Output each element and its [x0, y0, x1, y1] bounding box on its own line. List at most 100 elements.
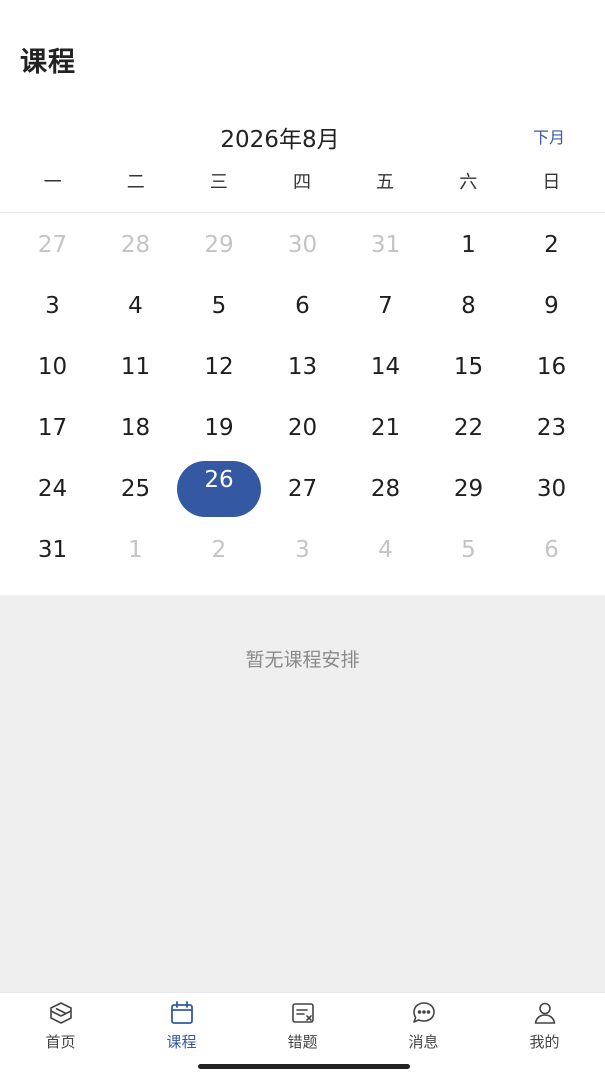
day-number: 9 — [544, 292, 559, 319]
day-number: 5 — [461, 536, 476, 563]
calendar-day[interactable]: 31 — [11, 519, 94, 580]
day-number: 3 — [295, 536, 310, 563]
message-icon — [412, 1002, 435, 1023]
calendar-day[interactable]: 27 — [261, 458, 344, 519]
day-number: 14 — [370, 353, 401, 380]
day-number: 3 — [45, 292, 60, 319]
calendar-day[interactable]: 28 — [94, 214, 177, 275]
day-number: 7 — [378, 292, 393, 319]
calendar-day-selected[interactable]: 26 — [177, 458, 261, 519]
day-number: 20 — [287, 414, 318, 441]
calendar-day[interactable]: 1 — [94, 519, 177, 580]
schedule-area: 暂无课程安排 — [0, 595, 605, 992]
calendar-day[interactable]: 23 — [510, 397, 593, 458]
day-number: 18 — [120, 414, 151, 441]
tab-profile[interactable]: 我的 — [484, 993, 605, 1078]
calendar-day[interactable]: 2 — [510, 214, 593, 275]
day-number: 26 — [177, 460, 261, 517]
calendar-day[interactable]: 27 — [11, 214, 94, 275]
day-number: 21 — [370, 414, 401, 441]
day-number: 16 — [536, 353, 567, 380]
calendar-day[interactable]: 3 — [11, 275, 94, 336]
calendar-day[interactable]: 12 — [177, 336, 261, 397]
day-number: 29 — [453, 475, 484, 502]
calendar-day[interactable]: 13 — [261, 336, 344, 397]
day-number: 13 — [287, 353, 318, 380]
day-number: 23 — [536, 414, 567, 441]
day-number: 5 — [211, 292, 227, 319]
calendar-day[interactable]: 7 — [344, 275, 427, 336]
calendar-day[interactable]: 30 — [261, 214, 344, 275]
day-number: 2 — [544, 231, 559, 258]
day-number: 17 — [37, 414, 68, 441]
day-number: 29 — [204, 231, 234, 258]
calendar-day[interactable]: 18 — [94, 397, 177, 458]
day-number: 31 — [370, 231, 401, 258]
calendar-day[interactable]: 11 — [94, 336, 177, 397]
calendar-day[interactable]: 15 — [427, 336, 510, 397]
day-number: 4 — [128, 292, 143, 319]
day-number: 27 — [287, 475, 318, 502]
calendar-day[interactable]: 20 — [261, 397, 344, 458]
day-number: 27 — [37, 231, 68, 258]
calendar-day[interactable]: 6 — [510, 519, 593, 580]
calendar-day[interactable]: 28 — [344, 458, 427, 519]
calendar-day[interactable]: 4 — [94, 275, 177, 336]
weekday-label: 六 — [459, 172, 478, 193]
calendar-day[interactable]: 4 — [344, 519, 427, 580]
calendar-day[interactable]: 29 — [427, 458, 510, 519]
day-number: 6 — [295, 292, 310, 319]
calendar-icon — [170, 1001, 193, 1024]
day-number: 2 — [211, 536, 227, 563]
day-number: 30 — [536, 475, 567, 502]
home-icon — [49, 1002, 72, 1024]
day-number: 24 — [37, 475, 68, 502]
day-number: 8 — [461, 292, 476, 319]
day-number: 12 — [204, 353, 234, 380]
weekday-label: 五 — [376, 172, 395, 193]
calendar-day[interactable]: 3 — [261, 519, 344, 580]
tab-label: 我的 — [529, 1033, 560, 1051]
calendar-day[interactable]: 17 — [11, 397, 94, 458]
month-title: 2026年8月 — [220, 127, 340, 153]
calendar-day[interactable]: 16 — [510, 336, 593, 397]
calendar-day[interactable]: 5 — [177, 275, 261, 336]
day-number: 1 — [128, 536, 143, 563]
calendar-day[interactable]: 6 — [261, 275, 344, 336]
weekday-header: 一 二 三 四 五 六 日 — [11, 168, 593, 198]
calendar-day[interactable]: 14 — [344, 336, 427, 397]
calendar-day[interactable]: 5 — [427, 519, 510, 580]
day-number: 22 — [453, 414, 484, 441]
tab-home[interactable]: 首页 — [0, 993, 121, 1078]
month-header: 2026年8月 下月 — [0, 118, 605, 158]
day-number: 11 — [120, 353, 151, 380]
calendar-day[interactable]: 30 — [510, 458, 593, 519]
calendar-day[interactable]: 31 — [344, 214, 427, 275]
calendar-day[interactable]: 9 — [510, 275, 593, 336]
empty-schedule-message: 暂无课程安排 — [245, 649, 360, 671]
day-number: 31 — [37, 536, 68, 563]
weekday-label: 三 — [209, 172, 228, 193]
calendar-day[interactable]: 2 — [177, 519, 261, 580]
mistakes-icon — [291, 1003, 314, 1023]
calendar-day[interactable]: 10 — [11, 336, 94, 397]
calendar-day[interactable]: 1 — [427, 214, 510, 275]
calendar-day[interactable]: 21 — [344, 397, 427, 458]
day-number: 25 — [120, 475, 151, 502]
day-number: 19 — [204, 414, 234, 441]
weekday-label: 四 — [292, 172, 311, 193]
home-indicator — [198, 1064, 410, 1069]
day-number: 28 — [120, 231, 151, 258]
calendar-day[interactable]: 29 — [177, 214, 261, 275]
tab-label: 首页 — [45, 1033, 76, 1051]
weekday-label: 日 — [542, 172, 561, 193]
next-month-button[interactable]: 下月 — [533, 124, 565, 148]
day-number: 4 — [378, 536, 393, 563]
calendar-day[interactable]: 8 — [427, 275, 510, 336]
calendar-grid: 27 28 29 30 31 1 2 3 4 5 6 7 8 9 10 11 12 13 14 15 16 17 18 19 2… — [11, 214, 593, 580]
calendar-day[interactable]: 19 — [177, 397, 261, 458]
calendar-day[interactable]: 25 — [94, 458, 177, 519]
calendar-day[interactable]: 22 — [427, 397, 510, 458]
weekday-label: 一 — [43, 172, 62, 193]
calendar-day[interactable]: 24 — [11, 458, 94, 519]
